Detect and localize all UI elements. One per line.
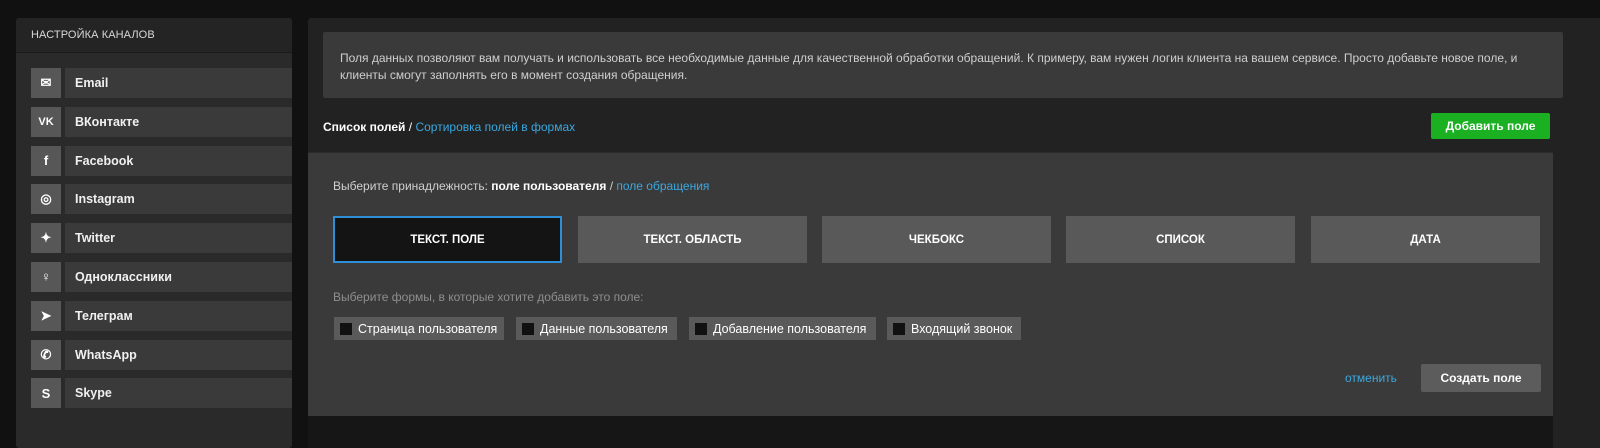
- info-description: Поля данных позволяют вам получать и исп…: [323, 32, 1563, 98]
- cancel-link[interactable]: отменить: [1345, 371, 1397, 385]
- sidebar-item-label: Email: [65, 68, 292, 98]
- checkbox[interactable]: [893, 322, 905, 335]
- skype-icon: S: [31, 378, 61, 409]
- sidebar-item-label: Twitter: [65, 223, 292, 254]
- sidebar-item-vkontakte[interactable]: VK ВКонтакте: [31, 106, 292, 137]
- sidebar-item-twitter[interactable]: ✦ Twitter: [31, 223, 292, 254]
- instagram-icon: ◎: [31, 184, 61, 215]
- twitter-icon: ✦: [31, 223, 61, 254]
- sidebar-item-label: ВКонтакте: [65, 106, 292, 137]
- sidebar-item-odnoklassniki[interactable]: ♀ Одноклассники: [31, 261, 292, 292]
- sidebar-item-telegram[interactable]: ➤ Телеграм: [31, 300, 292, 331]
- owner-separator: /: [606, 179, 617, 193]
- whatsapp-icon: ✆: [31, 339, 61, 370]
- type-text-field-button[interactable]: ТЕКСТ. ПОЛЕ: [333, 216, 562, 263]
- form-option-label: Данные пользователя: [540, 321, 668, 336]
- sidebar-item-label: Instagram: [65, 184, 292, 215]
- sort-fields-link[interactable]: Сортировка полей в формах: [415, 120, 575, 134]
- sidebar-item-email[interactable]: ✉ Email: [31, 68, 292, 98]
- breadcrumb: Список полей / Сортировка полей в формах: [323, 118, 575, 136]
- form-option-user-data[interactable]: Данные пользователя: [516, 317, 677, 340]
- sidebar-title: НАСТРОЙКА КАНАЛОВ: [16, 18, 292, 53]
- checkbox[interactable]: [522, 322, 534, 335]
- add-field-button[interactable]: Добавить поле: [1431, 113, 1550, 139]
- sidebar-item-label: Skype: [65, 378, 292, 409]
- form-option-label: Добавление пользователя: [713, 321, 867, 336]
- owner-selector: Выберите принадлежность: поле пользовате…: [333, 179, 709, 193]
- sidebar-item-instagram[interactable]: ◎ Instagram: [31, 184, 292, 215]
- envelope-icon: ✉: [31, 68, 61, 98]
- type-list-button[interactable]: СПИСОК: [1066, 216, 1295, 263]
- form-option-add-user[interactable]: Добавление пользователя: [689, 317, 876, 340]
- fields-list-section: [308, 416, 1553, 448]
- sidebar-item-whatsapp[interactable]: ✆ WhatsApp: [31, 339, 292, 370]
- telegram-icon: ➤: [31, 300, 61, 331]
- owner-user-field[interactable]: поле пользователя: [491, 179, 606, 193]
- sidebar-item-label: Facebook: [65, 145, 292, 176]
- sidebar-item-label: Одноклассники: [65, 261, 292, 292]
- new-field-form: Выберите принадлежность: поле пользовате…: [308, 152, 1553, 416]
- channel-settings-sidebar: НАСТРОЙКА КАНАЛОВ ✉ Email VK ВКонтакте f…: [16, 18, 292, 448]
- sidebar-item-skype[interactable]: S Skype: [31, 378, 292, 409]
- sidebar-item-label: Телеграм: [65, 300, 292, 331]
- form-option-label: Входящий звонок: [911, 321, 1013, 336]
- type-text-area-button[interactable]: ТЕКСТ. ОБЛАСТЬ: [578, 216, 807, 263]
- forms-hint: Выберите формы, в которые хотите добавит…: [333, 290, 644, 304]
- facebook-icon: f: [31, 145, 61, 176]
- owner-prompt: Выберите принадлежность:: [333, 179, 492, 193]
- create-field-button[interactable]: Создать поле: [1421, 364, 1541, 392]
- channel-list: ✉ Email VK ВКонтакте f Facebook ◎ Instag…: [31, 68, 292, 417]
- form-option-incoming-call[interactable]: Входящий звонок: [887, 317, 1021, 340]
- data-fields-panel: Поля данных позволяют вам получать и исп…: [308, 18, 1600, 448]
- fields-list-tab[interactable]: Список полей: [323, 120, 405, 134]
- type-checkbox-button[interactable]: ЧЕКБОКС: [822, 216, 1051, 263]
- checkbox[interactable]: [695, 322, 707, 335]
- sidebar-item-label: WhatsApp: [65, 339, 292, 370]
- form-option-user-page[interactable]: Страница пользователя: [334, 317, 504, 340]
- vk-icon: VK: [31, 106, 61, 137]
- form-option-label: Страница пользователя: [358, 321, 498, 336]
- odnoklassniki-icon: ♀: [31, 261, 61, 292]
- owner-ticket-field-link[interactable]: поле обращения: [616, 179, 709, 193]
- breadcrumb-separator: /: [405, 120, 416, 134]
- type-date-button[interactable]: ДАТА: [1311, 216, 1540, 263]
- sidebar-item-facebook[interactable]: f Facebook: [31, 145, 292, 176]
- checkbox[interactable]: [340, 322, 352, 335]
